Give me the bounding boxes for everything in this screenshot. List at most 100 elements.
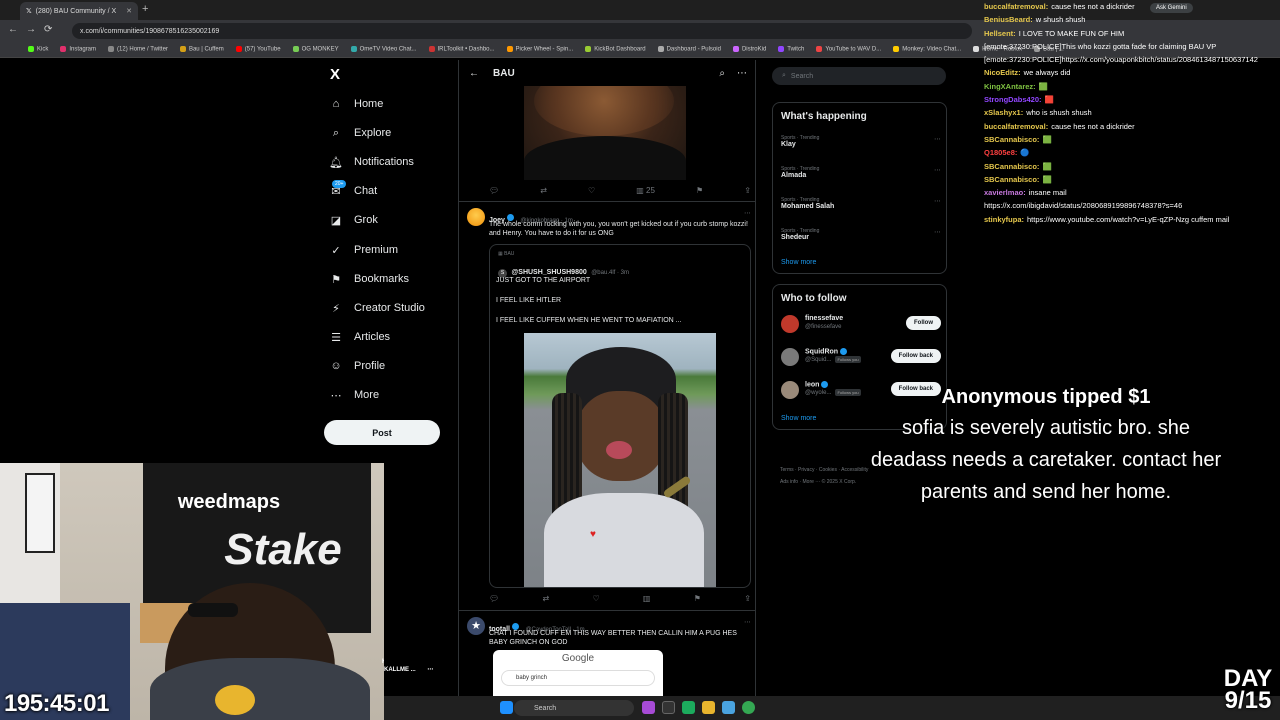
reload-icon[interactable]: ⟳: [44, 24, 52, 35]
nav-item-articles[interactable]: ☰ Articles: [330, 327, 390, 347]
follow-suggestion[interactable]: SquidRon @Squid... Follows you Follow back: [781, 346, 941, 368]
post-button[interactable]: Post: [324, 420, 440, 445]
more-options-icon[interactable]: ⋯: [737, 68, 747, 79]
follow-name[interactable]: finessefave: [805, 315, 843, 322]
like-icon[interactable]: ♡: [588, 186, 595, 195]
trend-item[interactable]: Sports · Trending Klay ⋯: [781, 135, 941, 148]
url-field[interactable]: x.com/i/communities/1908678516235002169: [72, 23, 972, 39]
chat-username[interactable]: stinkyfupa:: [984, 215, 1024, 224]
quote-media-image[interactable]: ♥: [524, 333, 716, 587]
reply-icon[interactable]: 💬︎: [489, 186, 499, 195]
nav-item-more[interactable]: ⋯ More: [330, 385, 380, 405]
bookmark-item[interactable]: Dashboard - Pulsoid: [657, 46, 721, 53]
follow-name[interactable]: leon: [805, 381, 830, 388]
new-tab-icon[interactable]: +: [142, 3, 148, 15]
chat-username[interactable]: KingXAntarez:: [984, 82, 1036, 91]
chat-username[interactable]: Hellsent:: [984, 29, 1016, 38]
chat-username[interactable]: SBCannabisco:: [984, 135, 1039, 144]
bookmark-item[interactable]: Bau | Cuffem: [179, 46, 224, 53]
forward-icon[interactable]: →: [26, 24, 36, 35]
file-explorer-icon[interactable]: [702, 701, 715, 714]
more-options-icon[interactable]: ⋯: [934, 197, 941, 205]
bookmark-item[interactable]: KickBot Dashboard: [585, 46, 646, 53]
bookmark-item[interactable]: Kick: [28, 46, 48, 53]
retweet-icon[interactable]: ⇄: [540, 186, 547, 195]
nav-item-home[interactable]: ⌂ Home: [330, 94, 384, 114]
chat-username[interactable]: buccalfatremoval:: [984, 122, 1048, 131]
app-icon[interactable]: [682, 701, 695, 714]
nav-item-bookmarks[interactable]: ⚑ Bookmarks: [330, 269, 409, 289]
trend-item[interactable]: Sports · Trending Shedeur ⋯: [781, 228, 941, 241]
app-icon[interactable]: [642, 701, 655, 714]
nav-item-chat[interactable]: ✉ 20+ Chat: [330, 180, 377, 201]
chat-username[interactable]: SBCannabisco:: [984, 175, 1039, 184]
bookmark-item[interactable]: OG MONKEY: [292, 46, 339, 53]
bookmark-icon[interactable]: ⚑: [696, 186, 703, 195]
more-options-icon[interactable]: ⋯: [934, 228, 941, 236]
bookmark-item[interactable]: (57) YouTube: [235, 46, 281, 53]
nav-item-explore[interactable]: ⌕ Explore: [330, 123, 391, 143]
share-icon[interactable]: ⇪: [744, 594, 751, 603]
chat-username[interactable]: xSlashyx1:: [984, 108, 1023, 117]
nav-item-notifications[interactable]: 🔔︎ Notifications: [329, 152, 414, 172]
more-options-icon[interactable]: ⋯: [934, 166, 941, 174]
bookmark-item[interactable]: YouTube to WAV D...: [816, 46, 881, 53]
nav-item-creator-studio[interactable]: ⚡ Creator Studio: [330, 298, 425, 318]
avatar[interactable]: [781, 381, 799, 399]
windows-start-icon[interactable]: [500, 701, 513, 714]
chat-username[interactable]: BeniusBeard:: [984, 15, 1033, 24]
more-options-icon[interactable]: ⋯: [427, 667, 433, 673]
trend-item[interactable]: Sports · Trending Mohamed Salah ⋯: [781, 197, 941, 210]
back-arrow-icon[interactable]: ←: [469, 68, 479, 79]
follow-name[interactable]: SquidRon: [805, 348, 849, 355]
nav-item-grok[interactable]: ◪ Grok: [330, 210, 378, 230]
views-icon[interactable]: ▥: [643, 594, 651, 603]
share-icon[interactable]: ⇪: [744, 186, 751, 195]
bookmark-item[interactable]: Twitch: [778, 46, 804, 53]
x-logo-icon[interactable]: X: [330, 66, 340, 83]
retweet-icon[interactable]: ⇄: [542, 594, 549, 603]
tweet-media-image[interactable]: [524, 86, 686, 180]
like-icon[interactable]: ♡: [592, 594, 599, 603]
app-icon[interactable]: [722, 701, 735, 714]
account-switcher[interactable]: KALLME ... ⋯: [384, 660, 458, 680]
quoted-tweet[interactable]: ▦ BAU S @SHUSH_SHUSH9800 @bau.4lf · 3m J…: [489, 244, 751, 588]
reply-icon[interactable]: 💬︎: [489, 594, 499, 603]
chat-username[interactable]: xavierlmao:: [984, 188, 1026, 197]
bookmark-item[interactable]: OmeTV Video Chat...: [350, 46, 417, 53]
nav-item-premium[interactable]: ✓ Premium: [330, 240, 398, 260]
follow-suggestion[interactable]: finessefave @finessefave Follow: [781, 313, 941, 335]
avatar[interactable]: [781, 348, 799, 366]
views-icon[interactable]: ▥ 25: [636, 186, 655, 195]
ask-gemini-button[interactable]: Ask Gemini: [1150, 3, 1193, 13]
close-tab-icon[interactable]: ✕: [126, 7, 132, 15]
nav-item-profile[interactable]: ☺ Profile: [330, 356, 385, 376]
chat-username[interactable]: buccalfatremoval:: [984, 2, 1048, 11]
chat-username[interactable]: Q1805e8:: [984, 148, 1017, 157]
avatar[interactable]: [781, 315, 799, 333]
avatar[interactable]: [467, 208, 485, 226]
search-input[interactable]: ⌕ Search: [772, 67, 946, 85]
search-icon[interactable]: ⌕: [719, 68, 725, 79]
chat-username[interactable]: StrongDabs420:: [984, 95, 1042, 104]
follow-button[interactable]: Follow back: [890, 349, 941, 363]
more-options-icon[interactable]: ⋯: [744, 209, 751, 217]
taskbar-search[interactable]: Search: [514, 700, 634, 716]
more-options-icon[interactable]: ⋯: [934, 135, 941, 143]
app-icon[interactable]: [662, 701, 675, 714]
bookmark-item[interactable]: Monkey: Video Chat...: [893, 46, 961, 53]
chrome-icon[interactable]: [742, 701, 755, 714]
bookmark-icon[interactable]: ⚑: [694, 594, 701, 603]
bookmark-item[interactable]: (12) Home / Twitter: [108, 46, 168, 53]
avatar[interactable]: ★: [467, 617, 485, 635]
bookmark-item[interactable]: Instagram: [60, 46, 96, 53]
bookmark-item[interactable]: IRLToolkit • Dashbo...: [428, 46, 495, 53]
back-icon[interactable]: ←: [8, 24, 18, 35]
more-options-icon[interactable]: ⋯: [744, 618, 751, 626]
bookmark-item[interactable]: Picker Wheel - Spin...: [506, 46, 573, 53]
follow-button[interactable]: Follow: [906, 316, 941, 330]
show-more-link[interactable]: Show more: [781, 415, 816, 422]
browser-tab[interactable]: 𝕏 (280) BAU Community / X ✕: [20, 2, 138, 20]
bookmark-item[interactable]: DistroKid: [732, 46, 766, 53]
chat-username[interactable]: NicoEditz:: [984, 68, 1021, 77]
